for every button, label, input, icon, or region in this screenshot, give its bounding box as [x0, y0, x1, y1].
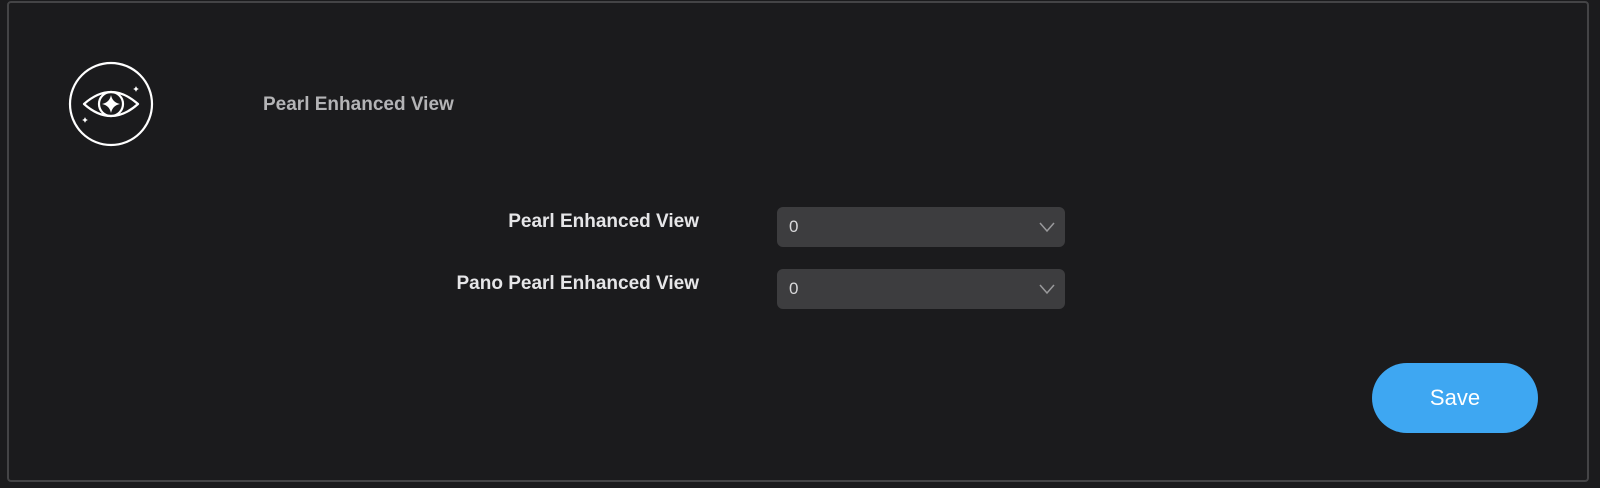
- pearl-enhanced-view-label: Pearl Enhanced View: [508, 211, 699, 232]
- pano-pearl-enhanced-view-label: Pano Pearl Enhanced View: [456, 273, 699, 294]
- page-title: Pearl Enhanced View: [263, 94, 454, 115]
- chevron-down-icon: [1039, 282, 1055, 295]
- select-value: 0: [789, 279, 799, 298]
- sparkle-eye-icon: [68, 61, 154, 147]
- save-button[interactable]: Save: [1372, 363, 1538, 433]
- chevron-down-icon: [1039, 220, 1055, 233]
- pearl-enhanced-view-select[interactable]: 0: [777, 207, 1065, 247]
- select-value: 0: [789, 217, 799, 236]
- pano-pearl-enhanced-view-select[interactable]: 0: [777, 269, 1065, 309]
- settings-panel: Pearl Enhanced View Pearl Enhanced View …: [7, 1, 1589, 482]
